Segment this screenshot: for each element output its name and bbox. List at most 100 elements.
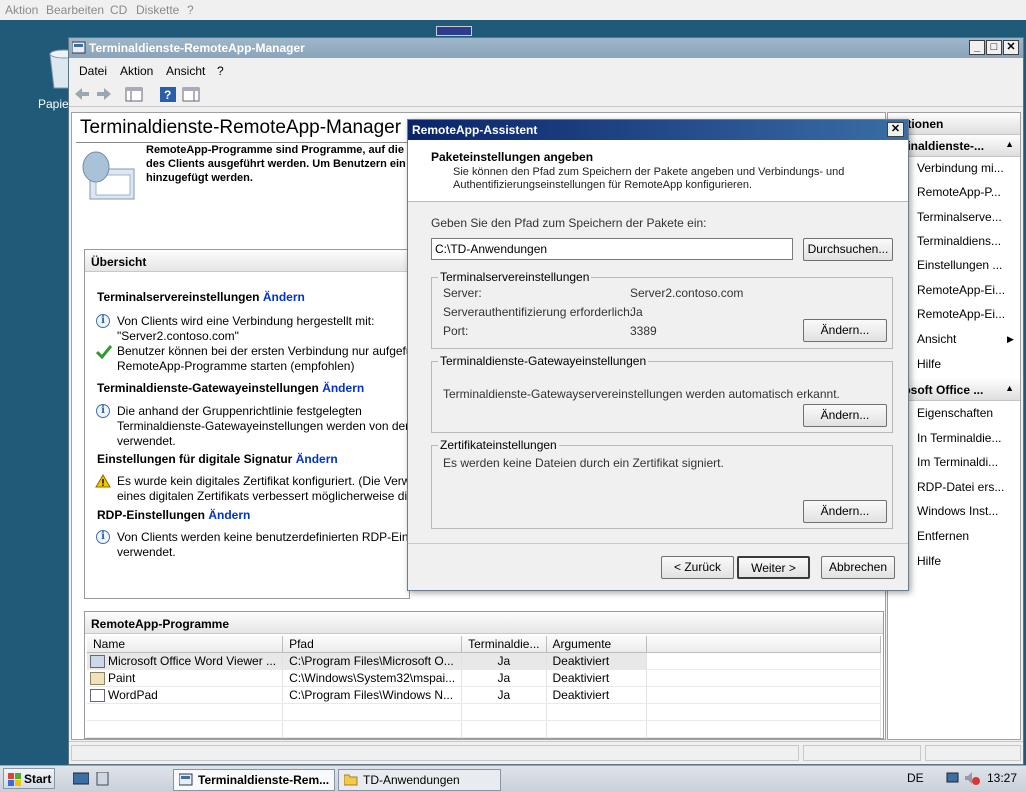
table-row[interactable]: Paint C:\Windows\System32\mspai... Ja De… bbox=[87, 669, 881, 687]
path-input[interactable] bbox=[431, 238, 793, 260]
change-certificate-button[interactable]: Ändern... bbox=[803, 500, 887, 523]
port-label: Port: bbox=[443, 324, 469, 338]
start-label: Start bbox=[24, 772, 52, 786]
menu-aktion[interactable]: Aktion bbox=[120, 64, 153, 78]
host-menu-cd[interactable]: CD bbox=[110, 3, 127, 17]
host-menu-aktion[interactable]: Aktion bbox=[5, 3, 38, 17]
change-link-gateway[interactable]: Ändern bbox=[322, 381, 364, 395]
text-line: Von Clients wird eine Verbindung hergest… bbox=[117, 314, 375, 328]
hidden-window-tab bbox=[436, 26, 472, 36]
minimize-button[interactable]: _ bbox=[969, 40, 985, 55]
action-item-hilfe[interactable]: Hilfe bbox=[917, 357, 941, 371]
empty-cell bbox=[646, 669, 881, 687]
action-item-1[interactable]: Verbindung mi... bbox=[917, 161, 1004, 175]
cell-text: Paint bbox=[108, 670, 136, 685]
info-icon: i bbox=[96, 404, 110, 418]
column-header-empty bbox=[646, 636, 881, 653]
table-row[interactable]: Microsoft Office Word Viewer ... C:\Prog… bbox=[87, 652, 881, 670]
programs-table: Name Pfad Terminaldie... Argumente Micro… bbox=[87, 636, 881, 738]
action-item-rdp[interactable]: RDP-Datei ers... bbox=[917, 480, 1004, 494]
next-button[interactable]: Weiter > bbox=[737, 556, 810, 579]
server-manager-icon[interactable] bbox=[95, 772, 111, 786]
gateway-text: Die anhand der Gruppenrichtlinie festgel… bbox=[117, 404, 407, 449]
action-item-4[interactable]: Terminaldiens... bbox=[917, 234, 1001, 248]
task-td-anwendungen[interactable]: TD-Anwendungen bbox=[338, 769, 501, 791]
host-menu-diskette[interactable]: Diskette bbox=[136, 3, 179, 17]
dialog-titlebar[interactable]: RemoteApp-Assistent ✕ bbox=[408, 120, 908, 140]
help-icon[interactable]: ? bbox=[159, 86, 177, 103]
program-path-cell: C:\Windows\System32\mspai... bbox=[282, 669, 463, 687]
action-item-ansicht[interactable]: Ansicht bbox=[917, 332, 956, 346]
action-item-6[interactable]: RemoteApp-Ei... bbox=[917, 283, 1005, 297]
network-icon[interactable] bbox=[946, 771, 962, 786]
start-button[interactable]: Start bbox=[3, 768, 55, 789]
info-icon: i bbox=[96, 530, 110, 544]
browse-button[interactable]: Durchsuchen... bbox=[803, 238, 893, 261]
svg-text:?: ? bbox=[164, 88, 171, 102]
menu-help[interactable]: ? bbox=[217, 64, 224, 78]
action-item-8[interactable]: In Terminaldie... bbox=[917, 431, 1002, 445]
task-remoteapp-manager[interactable]: Terminaldienste-Rem... bbox=[173, 769, 335, 791]
change-link-rdp[interactable]: Ändern bbox=[208, 508, 250, 522]
remoteapp-programs-panel: RemoteApp-Programme Name Pfad Terminaldi… bbox=[84, 611, 884, 739]
column-header-terminal[interactable]: Terminaldie... bbox=[461, 636, 547, 653]
group-label: Terminaldienste-Gatewayeinstellungen bbox=[438, 354, 649, 368]
text-line: eines digitalen Zertifikats verbessert m… bbox=[117, 489, 407, 503]
clock[interactable]: 13:27 bbox=[987, 771, 1017, 785]
action-pane-icon[interactable] bbox=[182, 86, 200, 103]
status-bar bbox=[69, 741, 1023, 763]
back-arrow-icon[interactable] bbox=[73, 86, 91, 103]
program-arguments-cell: Deaktiviert bbox=[546, 669, 647, 687]
action-item-2[interactable]: RemoteApp-P... bbox=[917, 185, 1001, 199]
action-item-entfernen[interactable]: Entfernen bbox=[917, 529, 969, 543]
language-indicator[interactable]: DE bbox=[907, 771, 924, 785]
group-label: Zertifikateinstellungen bbox=[438, 438, 559, 452]
action-item-eigenschaften[interactable]: Eigenschaften bbox=[917, 406, 993, 420]
close-icon[interactable]: ✕ bbox=[1003, 40, 1019, 55]
action-item-7[interactable]: RemoteApp-Ei... bbox=[917, 307, 1005, 321]
close-icon[interactable]: ✕ bbox=[887, 122, 904, 137]
maximize-button[interactable]: □ bbox=[986, 40, 1002, 55]
show-desktop-icon[interactable] bbox=[73, 772, 89, 786]
cancel-button[interactable]: Abbrechen bbox=[821, 556, 895, 579]
window-titlebar[interactable]: Terminaldienste-RemoteApp-Manager _ □ ✕ bbox=[69, 38, 1023, 58]
action-item-windows-inst[interactable]: Windows Inst... bbox=[917, 504, 998, 518]
collapse-up-icon[interactable]: ▲ bbox=[1005, 383, 1014, 393]
action-item-hilfe-2[interactable]: Hilfe bbox=[917, 554, 941, 568]
back-button[interactable]: < Zurück bbox=[661, 556, 734, 579]
action-item-9[interactable]: Im Terminaldi... bbox=[917, 455, 998, 469]
volume-muted-icon[interactable] bbox=[964, 771, 980, 786]
host-menu-bearbeiten[interactable]: Bearbeiten bbox=[46, 3, 104, 17]
collapse-up-icon[interactable]: ▲ bbox=[1005, 139, 1014, 149]
table-row[interactable]: WordPad C:\Program Files\Windows N... Ja… bbox=[87, 686, 881, 704]
menu-ansicht[interactable]: Ansicht bbox=[166, 64, 205, 78]
host-menu-help[interactable]: ? bbox=[187, 3, 194, 17]
action-item-3[interactable]: Terminalserve... bbox=[917, 210, 1002, 224]
column-header-name[interactable]: Name bbox=[87, 636, 284, 653]
change-link-signature[interactable]: Ändern bbox=[296, 452, 338, 466]
column-header-path[interactable]: Pfad bbox=[282, 636, 463, 653]
show-hide-tree-icon[interactable] bbox=[125, 86, 143, 103]
change-ts-button[interactable]: Ändern... bbox=[803, 319, 887, 342]
empty-cell bbox=[646, 686, 881, 704]
text-line: Von Clients werden keine benutzerdefinie… bbox=[117, 530, 407, 544]
column-header-arguments[interactable]: Argumente bbox=[546, 636, 647, 653]
change-link-terminalserver[interactable]: Ändern bbox=[263, 290, 305, 304]
forward-arrow-icon[interactable] bbox=[95, 86, 113, 103]
table-header-row: Name Pfad Terminaldie... Argumente bbox=[87, 636, 881, 653]
certificate-text: Es werden keine Dateien durch ein Zertif… bbox=[443, 456, 724, 470]
section-title-text: Terminalservereinstellungen bbox=[97, 290, 260, 304]
word-viewer-icon bbox=[90, 655, 105, 669]
change-gateway-button[interactable]: Ändern... bbox=[803, 404, 887, 427]
port-value: 3389 bbox=[630, 324, 657, 338]
submenu-arrow-icon: ▶ bbox=[1007, 334, 1014, 344]
action-item-5[interactable]: Einstellungen ... bbox=[917, 258, 1002, 272]
empty-cell bbox=[646, 652, 881, 670]
menu-datei[interactable]: Datei bbox=[79, 64, 107, 78]
recycle-bin-label: Papie bbox=[38, 97, 69, 111]
empty-row bbox=[87, 703, 881, 721]
page-title: Terminaldienste-RemoteApp-Manager bbox=[80, 117, 402, 138]
dialog-heading: Paketeinstellungen angeben bbox=[431, 150, 594, 164]
empty-cell bbox=[282, 703, 463, 721]
dialog-header: Paketeinstellungen angeben Sie können de… bbox=[408, 140, 908, 202]
